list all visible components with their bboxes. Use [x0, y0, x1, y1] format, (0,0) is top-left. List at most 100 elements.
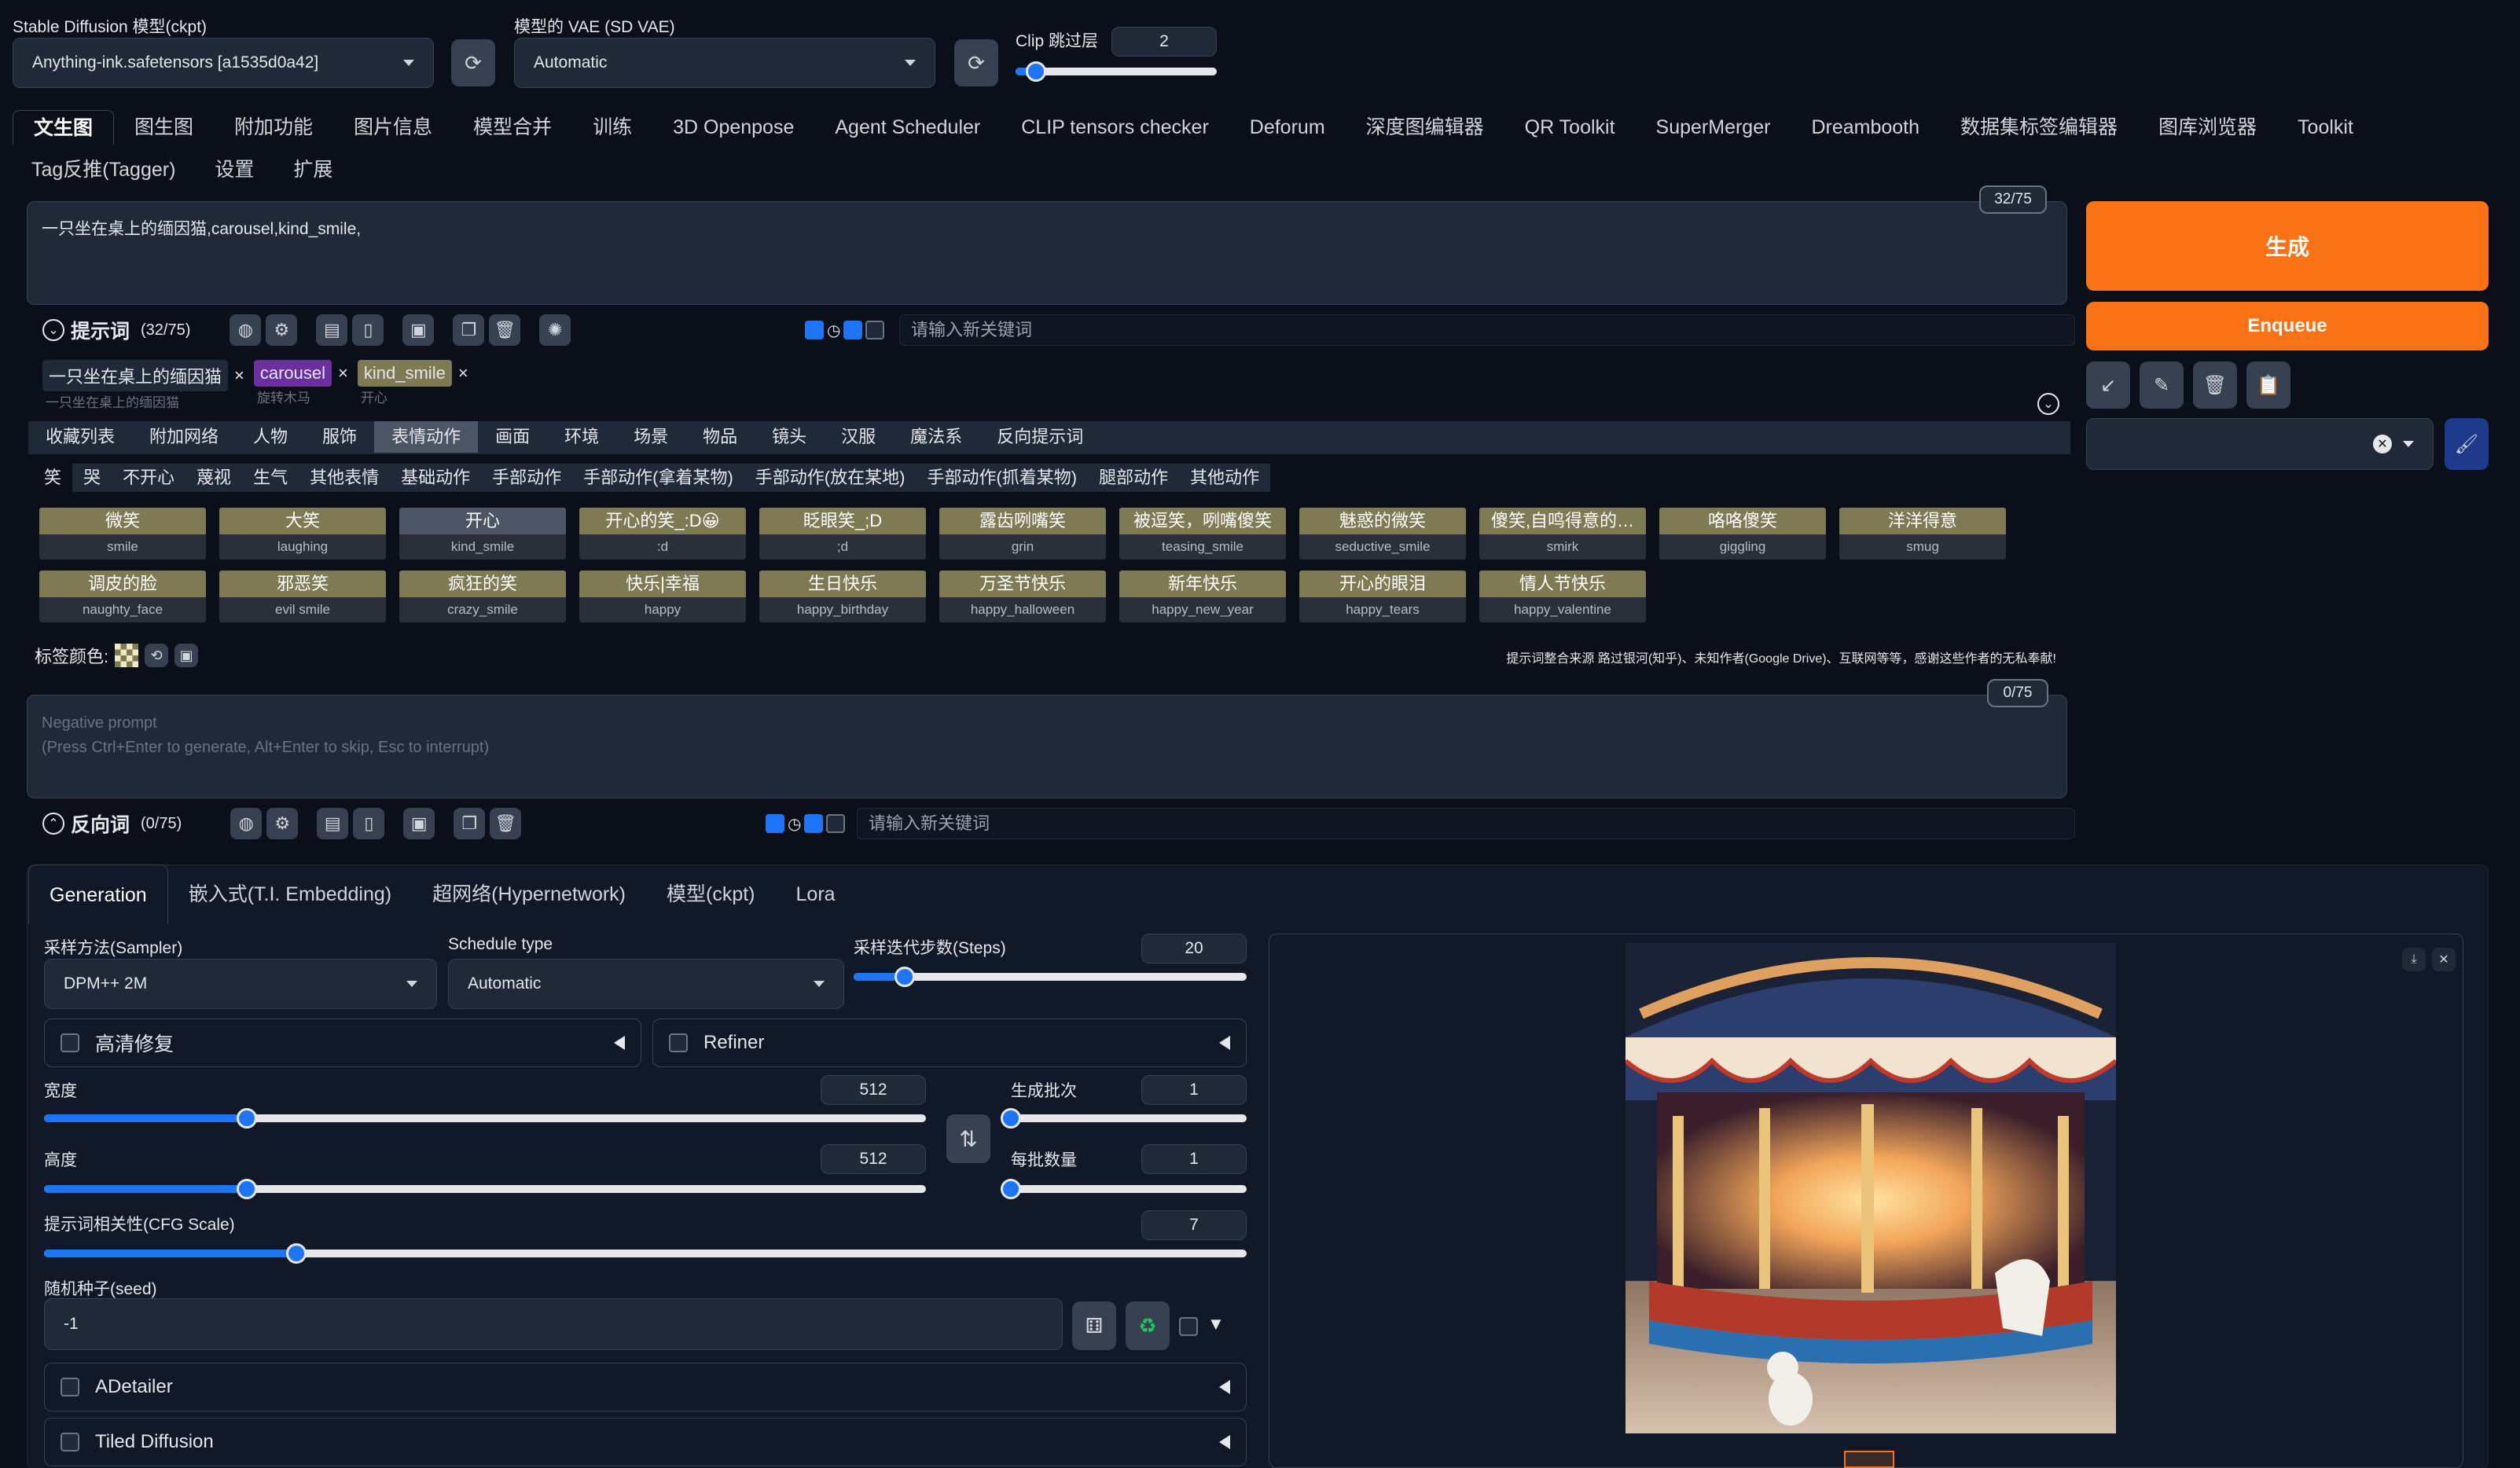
styles-select[interactable]: ✕	[2086, 418, 2434, 470]
subcategory-tab[interactable]: 腿部动作	[1088, 464, 1179, 492]
batch-count-knob[interactable]	[1001, 1108, 1021, 1129]
random-seed-button[interactable]: ⚅	[1072, 1301, 1116, 1350]
category-tab[interactable]: 收藏列表	[28, 421, 132, 453]
gear-icon[interactable]: ⚙	[266, 808, 299, 839]
clip-slider[interactable]	[1016, 61, 1217, 82]
vae-select[interactable]: Automatic	[514, 38, 935, 88]
cfg-slider[interactable]	[44, 1243, 1247, 1264]
tag-button[interactable]: 眨眼笑_;D ;d	[759, 508, 926, 563]
close-icon[interactable]: ×	[234, 365, 244, 386]
tab-item[interactable]: 图库浏览器	[2138, 110, 2277, 145]
schedule-select[interactable]: Automatic	[448, 959, 844, 1009]
category-tab[interactable]: 画面	[478, 421, 547, 453]
checkbox[interactable]	[826, 814, 846, 833]
trash-icon[interactable]: 🗑	[2193, 361, 2237, 409]
reset-icon[interactable]: ⟲	[145, 644, 169, 667]
batch-size-knob[interactable]	[1001, 1179, 1021, 1199]
tab-item[interactable]: Agent Scheduler	[814, 110, 1001, 145]
category-tab[interactable]: 服饰	[305, 421, 374, 453]
refresh-vae-button[interactable]: ⟳	[954, 39, 998, 86]
extra-seed-checkbox[interactable]	[1179, 1317, 1198, 1336]
trash-icon[interactable]: 🗑	[489, 314, 521, 346]
tab-item[interactable]: 模型合并	[453, 110, 572, 145]
import-icon[interactable]: ▤	[317, 808, 349, 839]
expand-icon[interactable]: ⌄	[2037, 393, 2059, 415]
height-slider-knob[interactable]	[237, 1179, 258, 1199]
clear-icon[interactable]: ✕	[2373, 435, 2392, 453]
swap-dimensions-button[interactable]: ⇅	[946, 1114, 990, 1163]
refiner-checkbox[interactable]	[669, 1033, 688, 1052]
save-icon[interactable]: ▣	[174, 644, 199, 667]
batch-count-slider[interactable]	[1001, 1108, 1247, 1129]
tab-item[interactable]: Tag反推(Tagger)	[31, 154, 175, 182]
color-swatch[interactable]	[115, 644, 139, 667]
model-select[interactable]: Anything-ink.safetensors [a1535d0a42]	[13, 38, 434, 88]
category-tab[interactable]: 人物	[236, 421, 305, 453]
hires-checkbox[interactable]	[61, 1033, 79, 1052]
collapse-icon[interactable]: ⌃	[42, 813, 64, 835]
tag-button[interactable]: 咯咯傻笑 giggling	[1659, 508, 1826, 563]
copy-icon[interactable]: ❐	[454, 808, 486, 839]
category-tab[interactable]: 镜头	[755, 421, 824, 453]
subcategory-tab[interactable]: 手部动作(抓着某物)	[916, 464, 1088, 492]
batch-count-input[interactable]: 1	[1141, 1075, 1247, 1105]
generation-tab[interactable]: 超网络(Hypernetwork)	[412, 864, 646, 924]
negative-keyword-input[interactable]: 请输入新关键词	[857, 808, 2075, 839]
tag-button[interactable]: 开心 kind_smile	[399, 508, 566, 563]
category-tab[interactable]: 场景	[616, 421, 685, 453]
checkbox-checked[interactable]	[766, 814, 784, 833]
tab-item[interactable]: 图片信息	[333, 110, 453, 145]
tab-item[interactable]: 训练	[572, 110, 652, 145]
subcategory-tab[interactable]: 手部动作(放在某地)	[744, 464, 917, 492]
tag-button[interactable]: 微笑 smile	[39, 508, 206, 563]
close-icon[interactable]: ✕	[2432, 948, 2456, 971]
paste-params-icon[interactable]: ↙	[2086, 361, 2130, 409]
subcategory-tab[interactable]: 手部动作(拿着某物)	[572, 464, 744, 492]
tab-item[interactable]: CLIP tensors checker	[1001, 110, 1229, 145]
refresh-model-button[interactable]: ⟳	[451, 39, 495, 86]
steps-slider[interactable]	[854, 967, 1247, 987]
tag-button[interactable]: 开心的笑_:D😀:d	[579, 508, 746, 563]
subcategory-tab[interactable]: 笑	[33, 464, 73, 492]
edit-icon[interactable]: ✎	[2140, 361, 2184, 409]
clip-value-input[interactable]: 2	[1111, 27, 1217, 57]
adetailer-accordion[interactable]: ADetailer	[44, 1363, 1247, 1411]
bookmark-icon[interactable]: ▯	[352, 314, 384, 346]
tab-item[interactable]: 扩展	[293, 154, 332, 182]
tag-button[interactable]: 万圣节快乐 happy_halloween	[939, 571, 1106, 626]
category-tab[interactable]: 反向提示词	[979, 421, 1100, 453]
batch-size-slider[interactable]	[1001, 1179, 1247, 1199]
enqueue-button[interactable]: Enqueue	[2086, 302, 2489, 350]
generate-button[interactable]: 生成	[2086, 201, 2489, 291]
category-tab[interactable]: 表情动作	[374, 421, 479, 453]
openai-icon[interactable]: ✺	[539, 314, 571, 346]
negative-prompt-textarea[interactable]: Negative prompt (Press Ctrl+Enter to gen…	[27, 695, 2067, 798]
checkbox-checked[interactable]	[805, 321, 824, 339]
prompt-keyword-input[interactable]: 请输入新关键词	[899, 314, 2075, 346]
tag-button[interactable]: 生日快乐 happy_birthday	[759, 571, 926, 626]
close-icon[interactable]: ×	[458, 363, 468, 384]
checkbox-checked[interactable]	[843, 321, 863, 339]
height-input[interactable]: 512	[821, 1144, 926, 1174]
subcategory-tab[interactable]: 蔑视	[186, 464, 242, 492]
generation-tab[interactable]: Generation	[28, 864, 168, 924]
tab-item[interactable]: 文生图	[13, 110, 115, 145]
clipboard-icon[interactable]: 📋	[2246, 361, 2290, 409]
category-tab[interactable]: 魔法系	[893, 421, 979, 453]
globe-icon[interactable]: ◍	[230, 314, 262, 346]
tag-button[interactable]: 新年快乐 happy_new_year	[1119, 571, 1286, 626]
checkbox[interactable]	[865, 321, 885, 339]
subcategory-tab[interactable]: 基础动作	[390, 464, 481, 492]
category-tab[interactable]: 物品	[685, 421, 755, 453]
category-tab[interactable]: 汉服	[824, 421, 893, 453]
tiled-diffusion-accordion[interactable]: Tiled Diffusion	[44, 1418, 1247, 1466]
trash-icon[interactable]: 🗑	[490, 808, 522, 839]
tag-button[interactable]: 洋洋得意 smug	[1839, 508, 2006, 563]
subcategory-tab[interactable]: 手部动作	[481, 464, 572, 492]
tag-button[interactable]: 大笑 laughing	[219, 508, 386, 563]
tag-button[interactable]: 开心的眼泪 happy_tears	[1299, 571, 1466, 626]
globe-icon[interactable]: ◍	[230, 808, 263, 839]
tag-button[interactable]: 傻笑,自鸣得意的… smirk	[1479, 508, 1646, 563]
subcategory-tab[interactable]: 不开心	[112, 464, 186, 492]
tag-button[interactable]: 被逗笑，咧嘴傻笑 teasing_smile	[1119, 508, 1286, 563]
